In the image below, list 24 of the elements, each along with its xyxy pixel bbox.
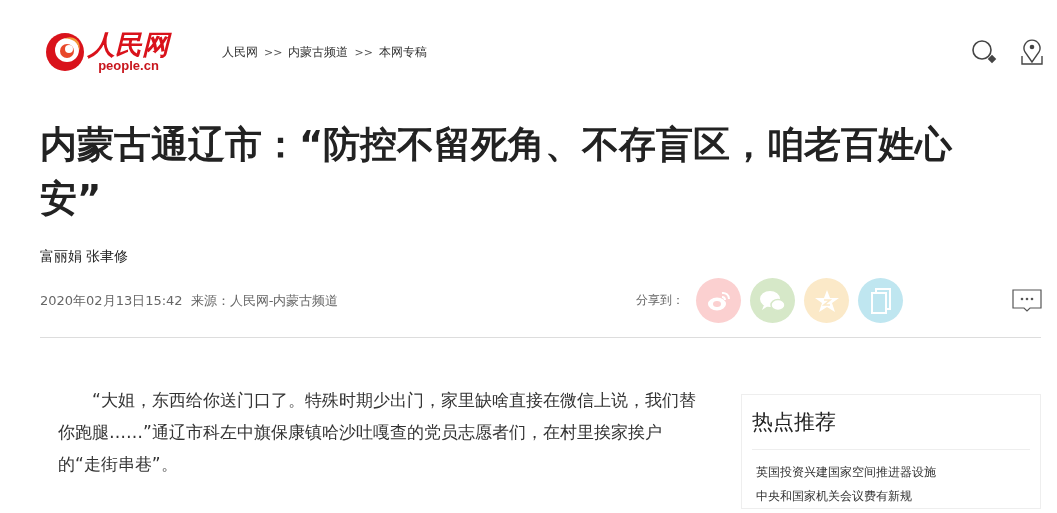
- logo-domain: people.cn: [98, 59, 159, 73]
- share-button[interactable]: [804, 278, 849, 323]
- comment-icon[interactable]: [1012, 288, 1042, 313]
- share-label: 分享到：: [636, 292, 684, 309]
- breadcrumb-link[interactable]: 人民网: [222, 43, 258, 61]
- hot-news-link[interactable]: 英国投资兴建国家空间推进器设施: [752, 460, 1030, 484]
- breadcrumb-separator: >>: [264, 45, 283, 59]
- breadcrumb-link[interactable]: 内蒙古频道: [288, 43, 349, 61]
- search-icon[interactable]: [971, 39, 999, 65]
- article-paragraph: “大姐，东西给你送门口了。特殊时期少出门，家里缺啥直接在微信上说，我们替你跑腿……”通辽市科左中旗保康镇哈沙吐嘎查的党员志愿者们，在村里挨家挨户的“走街串巷”。: [58, 389, 697, 476]
- share-button[interactable]: [750, 278, 795, 323]
- article-authors: 富丽娟 张聿修: [40, 248, 130, 266]
- breadcrumb-link[interactable]: 本网专稿: [378, 43, 427, 61]
- article-source: 来源：人民网-内蒙古频道: [190, 291, 339, 310]
- location-pin-icon[interactable]: [1019, 38, 1045, 66]
- share-button[interactable]: [858, 278, 903, 323]
- article-title: 内蒙古通辽市：“防控不留死角、不存盲区，咱老百姓心安”: [40, 122, 954, 222]
- copy-icon: [868, 286, 893, 315]
- breadcrumb-separator: >>: [354, 45, 373, 59]
- publish-date: 2020年02月13日15:42: [40, 291, 183, 310]
- share-button[interactable]: [696, 278, 741, 323]
- panel-title: 热点推荐: [752, 409, 837, 436]
- logo-swirl-icon: [44, 31, 86, 73]
- hot-news-link[interactable]: 中央和国家机关会议费有新规: [752, 484, 1030, 508]
